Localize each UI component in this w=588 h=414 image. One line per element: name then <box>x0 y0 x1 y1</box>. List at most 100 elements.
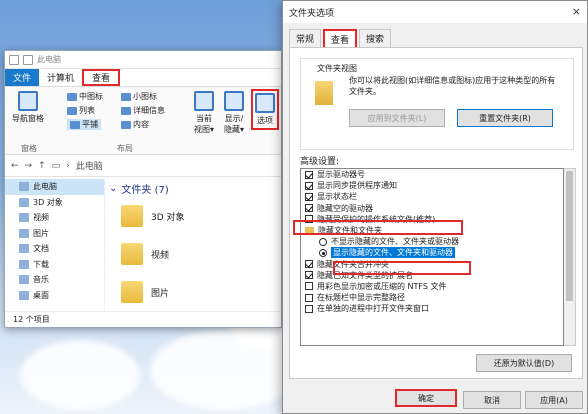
layout-tiles[interactable]: 平铺 <box>67 119 101 130</box>
ribbon-view: 导航窗格 中图标 小图标 列表 详细信息 平铺 内容 当前 视图▾ 显示/ 隐藏… <box>5 87 281 155</box>
this-pc-icon <box>19 182 29 192</box>
address-path[interactable]: 此电脑 <box>76 159 103 172</box>
setting-row[interactable]: 显示同步提供程序通知 <box>301 180 563 191</box>
layout-list[interactable]: 列表 <box>67 105 95 116</box>
status-bar: 12 个项目 <box>5 311 281 327</box>
layout-small-icons[interactable]: 小图标 <box>121 91 157 102</box>
show-hide-button[interactable]: 显示/ 隐藏▾ <box>219 91 249 135</box>
tab-file[interactable]: 文件 <box>5 69 40 86</box>
close-icon[interactable]: × <box>572 5 581 18</box>
music-icon <box>19 275 29 285</box>
group-pane-label: 窗格 <box>21 144 37 153</box>
checkbox[interactable] <box>305 271 313 280</box>
layout-medium-icons[interactable]: 中图标 <box>67 91 103 102</box>
setting-row[interactable]: 隐藏已知文件类型的扩展名 <box>301 270 563 281</box>
checkbox[interactable] <box>305 215 313 224</box>
folder-icon <box>121 205 143 227</box>
quick-access-properties-icon[interactable] <box>9 54 19 65</box>
nav-item-pictures[interactable]: 图片 <box>5 226 104 242</box>
nav-item-music[interactable]: 音乐 <box>5 272 104 288</box>
setting-label: 显示隐藏的文件、文件夹和驱动器 <box>331 247 455 259</box>
setting-label: 不显示隐藏的文件、文件夹或驱动器 <box>331 237 459 247</box>
address-sep-icon: › <box>66 160 70 171</box>
nav-item-documents[interactable]: 文档 <box>5 241 104 257</box>
folder-icon <box>121 281 143 303</box>
ok-button[interactable]: 确定 <box>395 389 457 407</box>
tab-view[interactable]: 查看 <box>82 69 121 86</box>
checkbox[interactable] <box>305 192 313 201</box>
nav-pane-icon <box>18 91 38 111</box>
setting-label: 在标题栏中显示完整路径 <box>317 293 405 303</box>
address-bar[interactable]: ← → ↑ ▭ › 此电脑 <box>5 155 281 177</box>
setting-label: 显示驱动器号 <box>317 170 365 180</box>
checkbox[interactable] <box>305 282 313 291</box>
advanced-settings-label: 高级设置: <box>300 157 340 167</box>
checkbox[interactable] <box>305 204 313 213</box>
setting-row[interactable]: 隐藏文件和文件夹 <box>301 225 563 236</box>
section-header[interactable]: ⌄ 文件夹 (7) <box>109 179 281 197</box>
setting-label: 隐藏文件夹合并冲突 <box>317 259 389 269</box>
radio-button[interactable] <box>319 237 327 246</box>
folder-item[interactable]: 图片 <box>109 273 281 311</box>
radio-button[interactable] <box>319 248 327 257</box>
list-icon <box>67 106 77 115</box>
setting-row[interactable]: 隐藏空的驱动器 <box>301 203 563 214</box>
setting-row[interactable]: 显示驱动器号 <box>301 169 563 180</box>
medium-icons-icon <box>67 92 77 101</box>
tiles-icon <box>70 120 80 129</box>
setting-row[interactable]: 在标题栏中显示完整路径 <box>301 292 563 303</box>
folder-item[interactable]: 视频 <box>109 235 281 273</box>
setting-label: 隐藏已知文件类型的扩展名 <box>317 270 413 280</box>
scrollbar-thumb[interactable] <box>566 171 573 301</box>
show-hide-icon <box>224 91 244 111</box>
checkbox[interactable] <box>305 170 313 179</box>
checkbox[interactable] <box>305 304 313 313</box>
download-icon <box>19 259 29 269</box>
tab-computer[interactable]: 计算机 <box>39 69 82 86</box>
nav-item-3d[interactable]: 3D 对象 <box>5 195 104 211</box>
cancel-button[interactable]: 取消 <box>463 391 521 409</box>
setting-row[interactable]: 隐藏文件夹合并冲突 <box>301 259 563 270</box>
computer-icon: ▭ <box>51 160 61 171</box>
setting-row[interactable]: 用彩色显示加密或压缩的 NTFS 文件 <box>301 281 563 292</box>
checkbox[interactable] <box>305 293 313 302</box>
quick-access-folder-icon[interactable] <box>23 54 33 65</box>
restore-defaults-button[interactable]: 还原为默认值(D) <box>476 354 572 372</box>
group-layout-label: 布局 <box>117 144 133 153</box>
forward-arrow-icon[interactable]: → <box>25 161 33 171</box>
setting-row[interactable]: 显示隐藏的文件、文件夹和驱动器 <box>301 247 563 259</box>
folder-views-legend: 文件夹视图 <box>315 63 359 74</box>
options-icon <box>255 93 275 113</box>
checkbox[interactable] <box>305 260 313 269</box>
apply-to-folders-button[interactable]: 应用到文件夹(L) <box>349 109 445 127</box>
content-icon <box>121 120 131 129</box>
nav-item-downloads[interactable]: 下载 <box>5 257 104 273</box>
setting-label: 用彩色显示加密或压缩的 NTFS 文件 <box>317 281 447 291</box>
tree-scrollbar[interactable] <box>564 168 576 346</box>
explorer-titlebar: 此电脑 <box>5 51 281 69</box>
back-arrow-icon[interactable]: ← <box>11 161 19 171</box>
current-view-icon <box>194 91 214 111</box>
chevron-down-icon: ⌄ <box>109 182 118 194</box>
setting-row[interactable]: 不显示隐藏的文件、文件夹或驱动器 <box>301 236 563 247</box>
apply-button[interactable]: 应用(A) <box>525 391 583 409</box>
layout-details[interactable]: 详细信息 <box>121 105 165 116</box>
folder-icon <box>121 243 143 265</box>
setting-row[interactable]: 隐藏受保护的操作系统文件(推荐) <box>301 214 563 225</box>
setting-label: 隐藏文件和文件夹 <box>318 226 382 236</box>
nav-item-this-pc[interactable]: 此电脑 <box>5 179 104 195</box>
current-view-button[interactable]: 当前 视图▾ <box>189 91 219 135</box>
folder-views-icon <box>315 81 333 105</box>
layout-content[interactable]: 内容 <box>121 119 149 130</box>
setting-row[interactable]: 在单独的进程中打开文件夹窗口 <box>301 303 563 314</box>
details-icon <box>121 106 131 115</box>
folder-item[interactable]: 3D 对象 <box>109 197 281 235</box>
reset-folders-button[interactable]: 重置文件夹(R) <box>457 109 553 127</box>
nav-pane-button[interactable]: 导航窗格 <box>11 91 45 124</box>
checkbox[interactable] <box>305 181 313 190</box>
up-arrow-icon[interactable]: ↑ <box>38 161 46 171</box>
setting-row[interactable]: 显示状态栏 <box>301 191 563 202</box>
nav-item-desktop[interactable]: 桌面 <box>5 288 104 304</box>
options-button[interactable]: 选项 <box>251 89 279 130</box>
nav-item-videos[interactable]: 视频 <box>5 210 104 226</box>
